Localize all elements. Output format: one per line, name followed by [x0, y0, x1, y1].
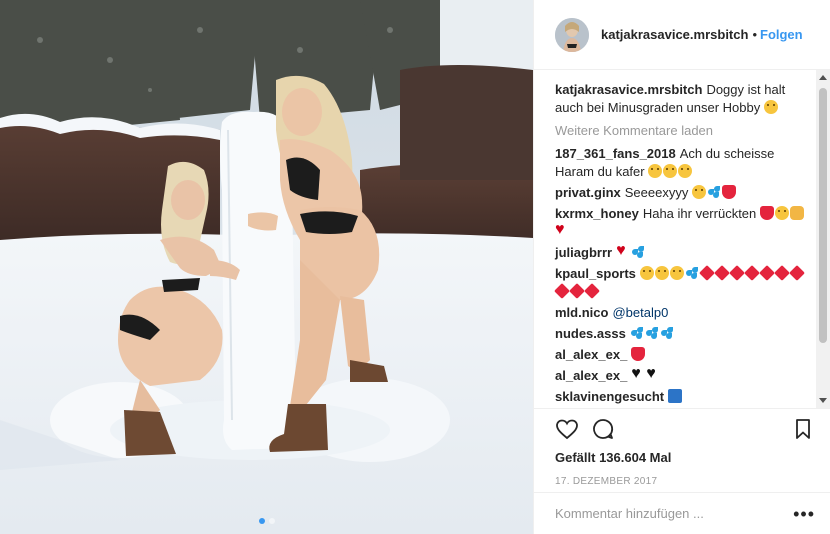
- comment-item: juliagbrrr: [555, 242, 805, 262]
- emoji-face-icon: [669, 266, 684, 280]
- emoji-face-icon: [663, 164, 678, 178]
- emoji-face-icon: [774, 206, 789, 220]
- emoji-banner-icon: [668, 389, 683, 403]
- comment-username[interactable]: juliagbrrr: [555, 245, 612, 260]
- comment-item: kpaul_sports: [554, 265, 805, 301]
- comment-item: nudes.asss: [555, 325, 805, 343]
- emoji-drops-icon: [631, 245, 645, 259]
- avatar[interactable]: [555, 17, 589, 52]
- emoji-drops-icon: [685, 266, 699, 280]
- emoji-anger-icon: [714, 265, 730, 281]
- comment-username[interactable]: privat.ginx: [555, 185, 621, 200]
- emoji-anger-icon: [774, 265, 790, 281]
- comment-item: al_alex_ex_: [555, 346, 805, 364]
- post-photo[interactable]: [0, 0, 533, 534]
- comment-item: sklavinengesucht: [555, 388, 805, 406]
- comment-username[interactable]: kxrmx_honey: [555, 206, 639, 221]
- emoji-drops-icon: [660, 326, 674, 340]
- comment-input[interactable]: [555, 506, 794, 521]
- comment-icon[interactable]: [591, 417, 615, 441]
- emoji-drops-icon: [707, 185, 721, 199]
- emoji-anger-icon: [789, 265, 805, 281]
- emoji-face-icon: [678, 164, 693, 178]
- follow-button[interactable]: Folgen: [760, 27, 803, 42]
- emoji-anger-icon: [729, 265, 745, 281]
- avatar-image: [555, 17, 589, 52]
- emoji-face-icon: [654, 266, 669, 280]
- comment-username[interactable]: mld.nico: [555, 305, 608, 320]
- emoji-anger-icon: [569, 283, 585, 299]
- comment-username[interactable]: 187_361_fans_2018: [555, 146, 676, 161]
- post-date: 17. DEZEMBER 2017: [555, 476, 658, 487]
- carousel-dot-active[interactable]: [258, 518, 265, 524]
- comments-scrollbar[interactable]: [816, 70, 830, 408]
- emoji-tongue-icon: [759, 206, 774, 220]
- emoji-face-icon: [763, 100, 778, 114]
- comment-item: al_alex_ex_: [555, 365, 805, 385]
- instagram-post: katjakrasavice.mrsbitch • Folgen katjakras…: [0, 0, 830, 534]
- emoji-anger-icon: [759, 265, 775, 281]
- post-actions-section: Gefällt 136.604 Mal 17. DEZEMBER 2017: [534, 408, 830, 487]
- carousel-indicator: [0, 518, 533, 524]
- emoji-drops-icon: [645, 326, 659, 340]
- action-bar: [555, 409, 815, 449]
- load-more-comments-button[interactable]: Weitere Kommentare laden: [555, 122, 805, 140]
- post-header: katjakrasavice.mrsbitch • Folgen: [534, 0, 830, 70]
- emoji-blackheart-icon: [631, 365, 645, 383]
- emoji-face-icon: [648, 164, 663, 178]
- emoji-face-icon: [691, 185, 706, 199]
- caption: katjakrasavice.mrsbitch Doggy ist halt au…: [555, 81, 805, 117]
- emoji-tongue-icon: [631, 347, 646, 361]
- comment-item: privat.ginx Seeeexyyy: [555, 184, 805, 202]
- scroll-down-icon[interactable]: [819, 398, 827, 403]
- emoji-drops-icon: [630, 326, 644, 340]
- header-separator: •: [752, 27, 757, 42]
- comment-text: Haha ihr verrückten: [642, 206, 757, 221]
- comment-text: Seeeexyyy: [624, 185, 689, 200]
- scrollbar-thumb[interactable]: [819, 88, 827, 343]
- emoji-heart-icon: [616, 242, 630, 260]
- emoji-anger-icon: [554, 283, 570, 299]
- more-options-icon[interactable]: •••: [793, 505, 815, 523]
- emoji-anger-icon: [584, 283, 600, 299]
- likes-count[interactable]: Gefällt 136.604 Mal: [555, 449, 815, 467]
- comment-username[interactable]: kpaul_sports: [555, 266, 636, 281]
- comment-mention-link[interactable]: @betalp0: [612, 305, 668, 320]
- caption-username[interactable]: katjakrasavice.mrsbitch: [555, 82, 702, 97]
- bookmark-icon[interactable]: [791, 417, 815, 441]
- scroll-up-icon[interactable]: [819, 75, 827, 80]
- header-text: katjakrasavice.mrsbitch • Folgen: [601, 27, 803, 42]
- header-username[interactable]: katjakrasavice.mrsbitch: [601, 27, 748, 42]
- photo-image: [0, 0, 533, 534]
- comment-item: kxrmx_honey Haha ihr verrückten: [555, 205, 805, 241]
- post-panel: katjakrasavice.mrsbitch • Folgen katjakras…: [533, 0, 830, 534]
- comment-username[interactable]: al_alex_ex_: [555, 347, 627, 362]
- comment-item: mld.nico @betalp0: [555, 304, 805, 322]
- comment-username[interactable]: nudes.asss: [555, 326, 626, 341]
- carousel-dot[interactable]: [268, 518, 275, 524]
- comment-username[interactable]: sklavinengesucht: [555, 389, 664, 404]
- add-comment-section: •••: [534, 492, 830, 534]
- emoji-heart-icon: [555, 221, 569, 239]
- emoji-blackheart-icon: [646, 365, 660, 383]
- emoji-anger-icon: [744, 265, 760, 281]
- comments-list[interactable]: katjakrasavice.mrsbitch Doggy ist halt au…: [534, 70, 830, 408]
- comment-item: 187_361_fans_2018 Ach du scheisse Haram d…: [555, 145, 805, 181]
- emoji-hand-icon: [789, 206, 804, 220]
- emoji-tongue-icon: [721, 185, 736, 199]
- comment-username[interactable]: al_alex_ex_: [555, 368, 627, 383]
- emoji-face-icon: [639, 266, 654, 280]
- heart-icon[interactable]: [555, 417, 579, 441]
- emoji-anger-icon: [699, 265, 715, 281]
